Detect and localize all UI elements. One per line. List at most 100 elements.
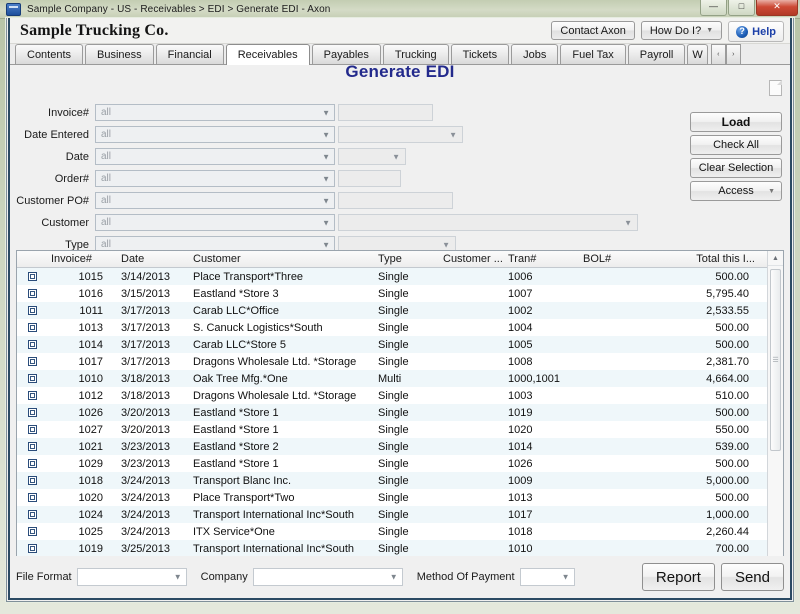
table-row[interactable]: 10163/15/2013Eastland *Store 3Single1007… [17,285,783,302]
table-row[interactable]: 10213/23/2013Eastland *Store 2Single1014… [17,438,783,455]
table-row[interactable]: 10203/24/2013Place Transport*TwoSingle10… [17,489,783,506]
filter-customer-combo[interactable]: all▼ [95,214,335,231]
cell-type: Single [374,458,439,470]
tab-tickets[interactable]: Tickets [451,44,509,64]
row-checkbox[interactable] [17,544,47,553]
row-checkbox[interactable] [17,323,47,332]
table-row[interactable]: 10263/20/2013Eastland *Store 1Single1019… [17,404,783,421]
send-button[interactable]: Send [721,563,784,591]
close-icon: ✕ [773,2,781,11]
tab-jobs[interactable]: Jobs [511,44,558,64]
filter-date-combo[interactable]: all▼ [95,148,335,165]
check-all-button[interactable]: Check All [690,135,782,155]
help-question-icon: ? [736,26,748,38]
how-do-i-button[interactable]: How Do I?▼ [641,21,722,40]
row-checkbox[interactable] [17,374,47,383]
table-row[interactable]: 10153/14/2013Place Transport*ThreeSingle… [17,268,783,285]
filter-order-extra[interactable] [338,170,401,187]
filter-date-entered-combo[interactable]: all▼ [95,126,335,143]
document-icon[interactable] [769,80,782,96]
table-row[interactable]: 10243/24/2013Transport International Inc… [17,506,783,523]
company-select[interactable]: ▼ [253,568,403,586]
tab-scroll-left-icon[interactable]: ‹ [711,44,726,64]
cell-invoice: 1010 [47,373,117,385]
row-checkbox[interactable] [17,391,47,400]
file-format-select[interactable]: ▼ [77,568,187,586]
table-row[interactable]: 10193/25/2013Transport International Inc… [17,540,783,557]
row-checkbox[interactable] [17,493,47,502]
row-checkbox[interactable] [17,306,47,315]
grid-header-customer[interactable]: Customer [189,253,374,265]
row-checkbox[interactable] [17,289,47,298]
row-checkbox[interactable] [17,408,47,417]
tab-payroll[interactable]: Payroll [628,44,686,64]
tab-trucking[interactable]: Trucking [383,44,449,64]
tab-contents[interactable]: Contents [15,44,83,64]
minimize-button[interactable]: — [700,0,727,16]
table-row[interactable]: 10133/17/2013S. Canuck Logistics*SouthSi… [17,319,783,336]
grid-header-date[interactable]: Date [117,253,189,265]
filter-date-entered-extra[interactable]: ▼ [338,126,463,143]
tab-receivables[interactable]: Receivables [226,44,310,65]
row-checkbox[interactable] [17,442,47,451]
cell-date: 3/15/2013 [117,288,189,300]
cell-tran: 1010 [504,543,579,555]
grid-header-total[interactable]: Total this I... [649,253,759,265]
table-row[interactable]: 10173/17/2013Dragons Wholesale Ltd. *Sto… [17,353,783,370]
contact-axon-button[interactable]: Contact Axon [551,21,634,40]
cell-invoice: 1020 [47,492,117,504]
filter-invoice-combo[interactable]: all▼ [95,104,335,121]
row-checkbox[interactable] [17,340,47,349]
table-row[interactable]: 10143/17/2013Carab LLC*Store 5Single1005… [17,336,783,353]
tab-financial[interactable]: Financial [156,44,224,64]
table-row[interactable]: 10293/23/2013Eastland *Store 1Single1026… [17,455,783,472]
filter-date-extra[interactable]: ▼ [338,148,406,165]
checkbox-icon [28,374,37,383]
scrollbar-thumb[interactable]: ☰ [770,269,781,451]
close-button[interactable]: ✕ [756,0,798,16]
cell-total: 500.00 [649,407,759,419]
tab-scroll-right-icon[interactable]: › [726,44,741,64]
table-row[interactable]: 10113/17/2013Carab LLC*OfficeSingle10022… [17,302,783,319]
table-row[interactable]: 10103/18/2013Oak Tree Mfg.*OneMulti1000,… [17,370,783,387]
filter-order-combo[interactable]: all▼ [95,170,335,187]
cell-total: 500.00 [649,322,759,334]
grid-header-type[interactable]: Type [374,253,439,265]
row-checkbox[interactable] [17,425,47,434]
filter-customer-extra[interactable]: ▼ [338,214,638,231]
grid-header-bol[interactable]: BOL# [579,253,649,265]
maximize-button[interactable]: □ [728,0,755,16]
chevron-down-icon: ▼ [562,573,570,582]
grid-header-tran[interactable]: Tran# [504,253,579,265]
row-checkbox[interactable] [17,357,47,366]
row-checkbox[interactable] [17,527,47,536]
filter-label-order: Order# [10,173,95,185]
row-checkbox[interactable] [17,459,47,468]
row-checkbox[interactable] [17,476,47,485]
tab-payables[interactable]: Payables [312,44,381,64]
method-of-payment-select[interactable]: ▼ [520,568,575,586]
table-row[interactable]: 10273/20/2013Eastland *Store 1Single1020… [17,421,783,438]
load-button[interactable]: Load [690,112,782,132]
table-row[interactable]: 10123/18/2013Dragons Wholesale Ltd. *Sto… [17,387,783,404]
grid-header-customer-po[interactable]: Customer ... [439,253,504,265]
table-row[interactable]: 10183/24/2013Transport Blanc Inc.Single1… [17,472,783,489]
help-button[interactable]: ? Help [728,21,784,42]
grid-header-invoice[interactable]: Invoice# [47,253,117,265]
filter-invoice-extra[interactable] [338,104,433,121]
report-button[interactable]: Report [642,563,715,591]
filter-customer-po-extra[interactable] [338,192,453,209]
cell-tran: 1009 [504,475,579,487]
table-row[interactable]: 10253/24/2013ITX Service*OneSingle10182,… [17,523,783,540]
row-checkbox[interactable] [17,272,47,281]
row-checkbox[interactable] [17,510,47,519]
filter-customer-po-combo[interactable]: all▼ [95,192,335,209]
filter-date-entered-value: all [101,129,111,140]
access-button[interactable]: Access▼ [690,181,782,201]
tab-fuel-tax[interactable]: Fuel Tax [560,44,625,64]
tab-business[interactable]: Business [85,44,154,64]
grid-vertical-scrollbar[interactable]: ▲ ☰ ▼ [767,251,783,579]
clear-selection-button[interactable]: Clear Selection [690,158,782,178]
scroll-up-icon[interactable]: ▲ [768,251,783,266]
tab-w[interactable]: W [687,44,707,64]
